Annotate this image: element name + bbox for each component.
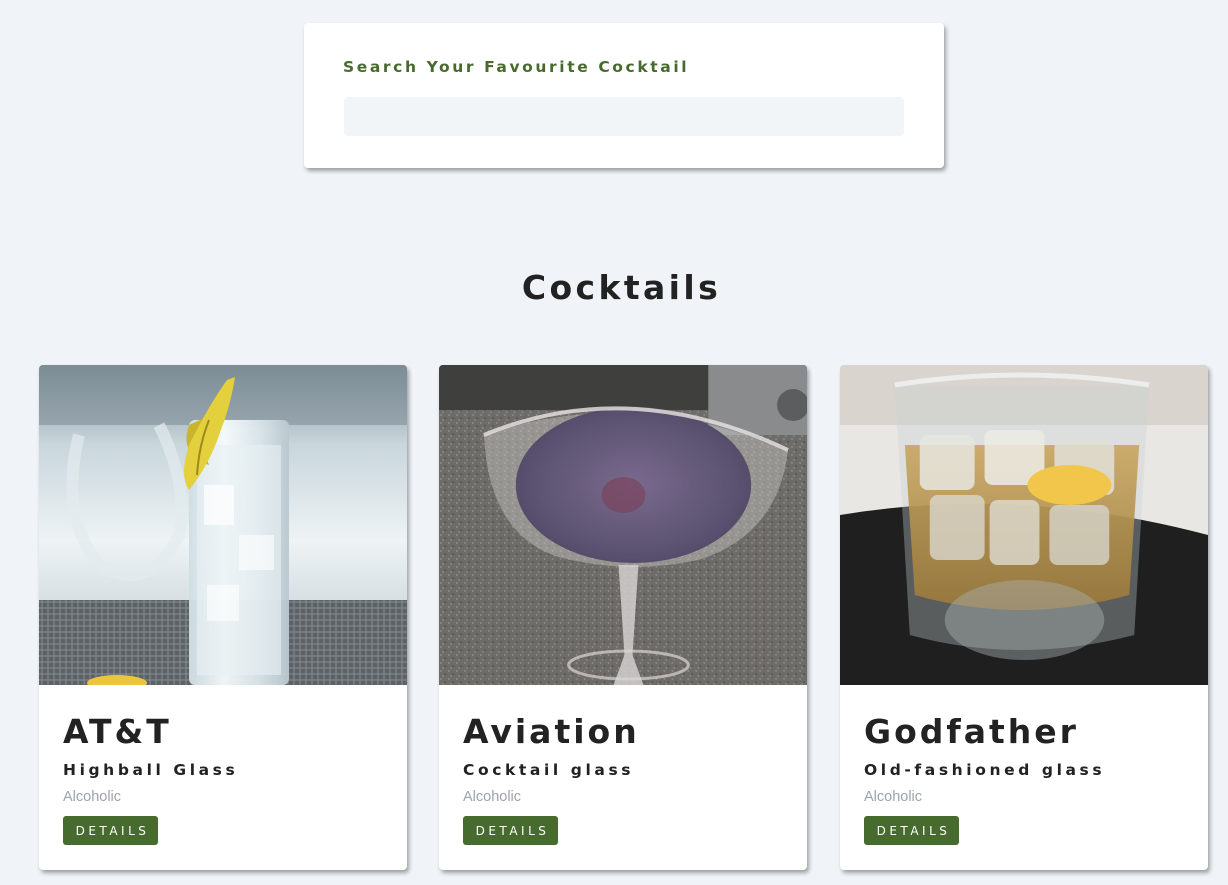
details-button[interactable]: DETAILS xyxy=(63,816,158,845)
cocktail-name: AT&T xyxy=(63,712,172,751)
cocktail-type: Alcoholic xyxy=(63,789,122,805)
cocktail-type: Alcoholic xyxy=(864,789,923,805)
details-button[interactable]: DETAILS xyxy=(463,816,558,845)
cocktail-card: AT&T Highball Glass Alcoholic DETAILS xyxy=(39,365,407,870)
cocktail-name: Godfather xyxy=(864,712,1079,751)
section-title: Cocktails xyxy=(521,268,722,307)
cocktail-name: Aviation xyxy=(463,712,640,751)
cocktail-glass: Cocktail glass xyxy=(463,761,635,779)
cocktail-image xyxy=(39,365,407,685)
cocktail-image xyxy=(439,365,807,685)
details-button[interactable]: DETAILS xyxy=(864,816,959,845)
search-label: Search Your Favourite Cocktail xyxy=(343,58,690,76)
search-input[interactable] xyxy=(344,97,904,136)
cocktail-card: Godfather Old-fashioned glass Alcoholic … xyxy=(840,365,1208,870)
cocktail-type: Alcoholic xyxy=(463,789,522,805)
cocktail-glass: Highball Glass xyxy=(63,761,239,779)
cocktail-image xyxy=(840,365,1208,685)
search-form: Search Your Favourite Cocktail xyxy=(304,23,944,168)
cocktail-card: Aviation Cocktail glass Alcoholic DETAIL… xyxy=(439,365,807,870)
cocktail-glass: Old-fashioned glass xyxy=(864,761,1106,779)
